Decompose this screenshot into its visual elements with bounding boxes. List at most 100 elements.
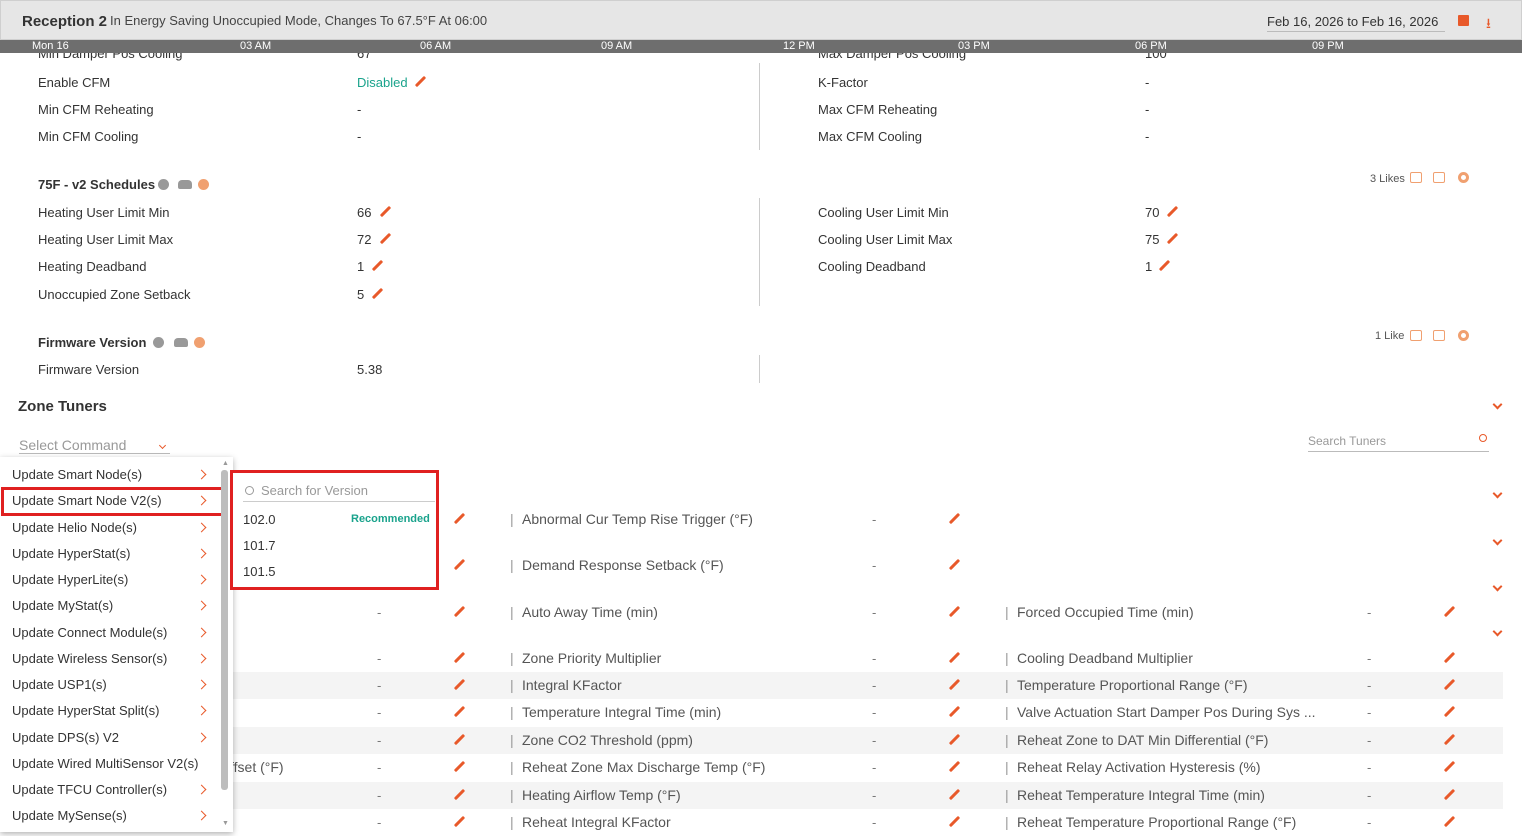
menu-item-update-wireless-sensor[interactable]: Update Wireless Sensor(s) [12,651,167,666]
edit-pencil-icon[interactable] [453,679,466,692]
version-option[interactable]: 101.7 [243,538,276,553]
edit-pencil-icon[interactable] [414,76,427,89]
zone-tuners-title: Zone Tuners [18,398,107,415]
edit-pencil-icon[interactable] [1443,789,1456,802]
edit-pencil-icon[interactable] [453,559,466,572]
version-search-placeholder: Search for Version [261,483,368,498]
param-label: Min CFM Reheating [38,102,154,117]
edit-pencil-icon[interactable] [1166,206,1179,219]
tuner-value: - [872,558,877,573]
thumbs-up-icon[interactable] [1410,330,1422,341]
tuner-label: Reheat Zone Max Discharge Temp (°F) [522,759,766,775]
param-label: Max CFM Reheating [818,102,938,117]
edit-pencil-icon[interactable] [948,513,961,526]
chevron-down-icon[interactable] [1492,626,1503,637]
edit-pencil-icon[interactable] [1443,606,1456,619]
menu-scrollbar[interactable] [221,470,228,790]
menu-item-update-mystat[interactable]: Update MyStat(s) [12,598,113,613]
zone-status: In Energy Saving Unoccupied Mode, Change… [110,13,488,28]
chevron-down-icon[interactable] [1492,488,1503,499]
tuner-label: Reheat Zone to DAT Min Differential (°F) [1017,732,1269,748]
param-value: 75 [1145,232,1160,247]
edit-pencil-icon[interactable] [453,761,466,774]
select-command-dropdown[interactable]: Select Command [19,437,170,454]
edit-pencil-icon[interactable] [948,789,961,802]
chevron-down-icon[interactable] [1492,581,1503,592]
zone-title: Reception 2 [22,13,108,30]
edit-pencil-icon[interactable] [371,260,384,273]
likes-count: 1 Like [1375,330,1405,342]
tuner-label: Reheat Relay Activation Hysteresis (%) [1017,759,1261,775]
edit-pencil-icon[interactable] [379,206,392,219]
scroll-up-icon[interactable]: ▲ [222,460,229,467]
tuner-value: - [872,678,877,693]
edit-pencil-icon[interactable] [453,734,466,747]
edit-pencil-icon[interactable] [1443,816,1456,829]
timeline-label: Mon 16 [32,40,69,52]
menu-item-update-connect-module[interactable]: Update Connect Module(s) [12,625,167,640]
menu-item-update-hyperstat-split[interactable]: Update HyperStat Split(s) [12,703,159,718]
tuner-label: Reheat Temperature Proportional Range (°… [1017,814,1297,830]
gear-icon[interactable] [1458,172,1469,183]
menu-item-update-mysense[interactable]: Update MySense(s) [12,808,127,823]
edit-pencil-icon[interactable] [948,816,961,829]
edit-pencil-icon[interactable] [1443,679,1456,692]
param-value: 66 [357,205,372,220]
param-label: Heating Deadband [38,259,147,274]
menu-item-update-hyperlite[interactable]: Update HyperLite(s) [12,572,128,587]
edit-pencil-icon[interactable] [1443,652,1456,665]
separator: | [1005,759,1009,775]
chevron-right-icon [196,784,207,795]
menu-item-update-hyperstat[interactable]: Update HyperStat(s) [12,546,131,561]
chevron-down-icon[interactable] [1492,535,1503,546]
edit-pencil-icon[interactable] [379,233,392,246]
menu-item-update-helio-node[interactable]: Update Helio Node(s) [12,520,137,535]
version-option[interactable]: 101.5 [243,564,276,579]
edit-pencil-icon[interactable] [948,734,961,747]
edit-pencil-icon[interactable] [948,652,961,665]
menu-item-update-tfcu-controller[interactable]: Update TFCU Controller(s) [12,782,167,797]
chevron-right-icon [196,600,207,611]
param-value: - [357,102,362,117]
scroll-down-icon[interactable]: ▼ [222,820,229,827]
version-search-input[interactable]: Search for Version [243,483,435,502]
edit-pencil-icon[interactable] [948,761,961,774]
edit-pencil-icon[interactable] [1443,706,1456,719]
edit-pencil-icon[interactable] [948,706,961,719]
edit-pencil-icon[interactable] [453,513,466,526]
edit-pencil-icon[interactable] [453,789,466,802]
edit-pencil-icon[interactable] [1443,734,1456,747]
separator: | [510,557,514,573]
search-tuners-input[interactable]: Search Tuners [1308,432,1489,452]
menu-item-update-dps-v2[interactable]: Update DPS(s) V2 [12,730,119,745]
tuner-value: - [1367,760,1372,775]
edit-pencil-icon[interactable] [453,652,466,665]
edit-pencil-icon[interactable] [1443,761,1456,774]
edit-pencil-icon[interactable] [371,288,384,301]
thumbs-up-icon[interactable] [1410,172,1422,183]
download-icon[interactable]: ⭳ [1486,13,1491,37]
menu-item-update-smart-node[interactable]: Update Smart Node(s) [12,467,142,482]
chevron-down-icon[interactable] [1492,399,1503,410]
edit-pencil-icon[interactable] [948,559,961,572]
edit-pencil-icon[interactable] [453,706,466,719]
param-label: Max Damper Pos Cooling [818,53,967,61]
chevron-right-icon [196,679,207,690]
tuner-value: - [377,815,382,830]
comment-icon[interactable] [1433,330,1445,341]
clipped-row: Min Damper Pos Cooling 67 Max Damper Pos… [0,53,1522,63]
menu-item-update-usp1[interactable]: Update USP1(s) [12,677,107,692]
edit-pencil-icon[interactable] [948,679,961,692]
edit-pencil-icon[interactable] [1158,260,1171,273]
edit-pencil-icon[interactable] [453,816,466,829]
edit-pencil-icon[interactable] [453,606,466,619]
column-divider [759,63,760,150]
date-range-picker[interactable]: Feb 16, 2026 to Feb 16, 2026 [1267,14,1445,32]
comment-icon[interactable] [1433,172,1445,183]
menu-item-update-wired-multisensor-v2[interactable]: Update Wired MultiSensor V2(s) [12,756,198,771]
edit-pencil-icon[interactable] [1166,233,1179,246]
calendar-icon[interactable] [1458,15,1469,26]
gear-icon[interactable] [1458,330,1469,341]
version-option[interactable]: 102.0 [243,512,276,527]
edit-pencil-icon[interactable] [948,606,961,619]
